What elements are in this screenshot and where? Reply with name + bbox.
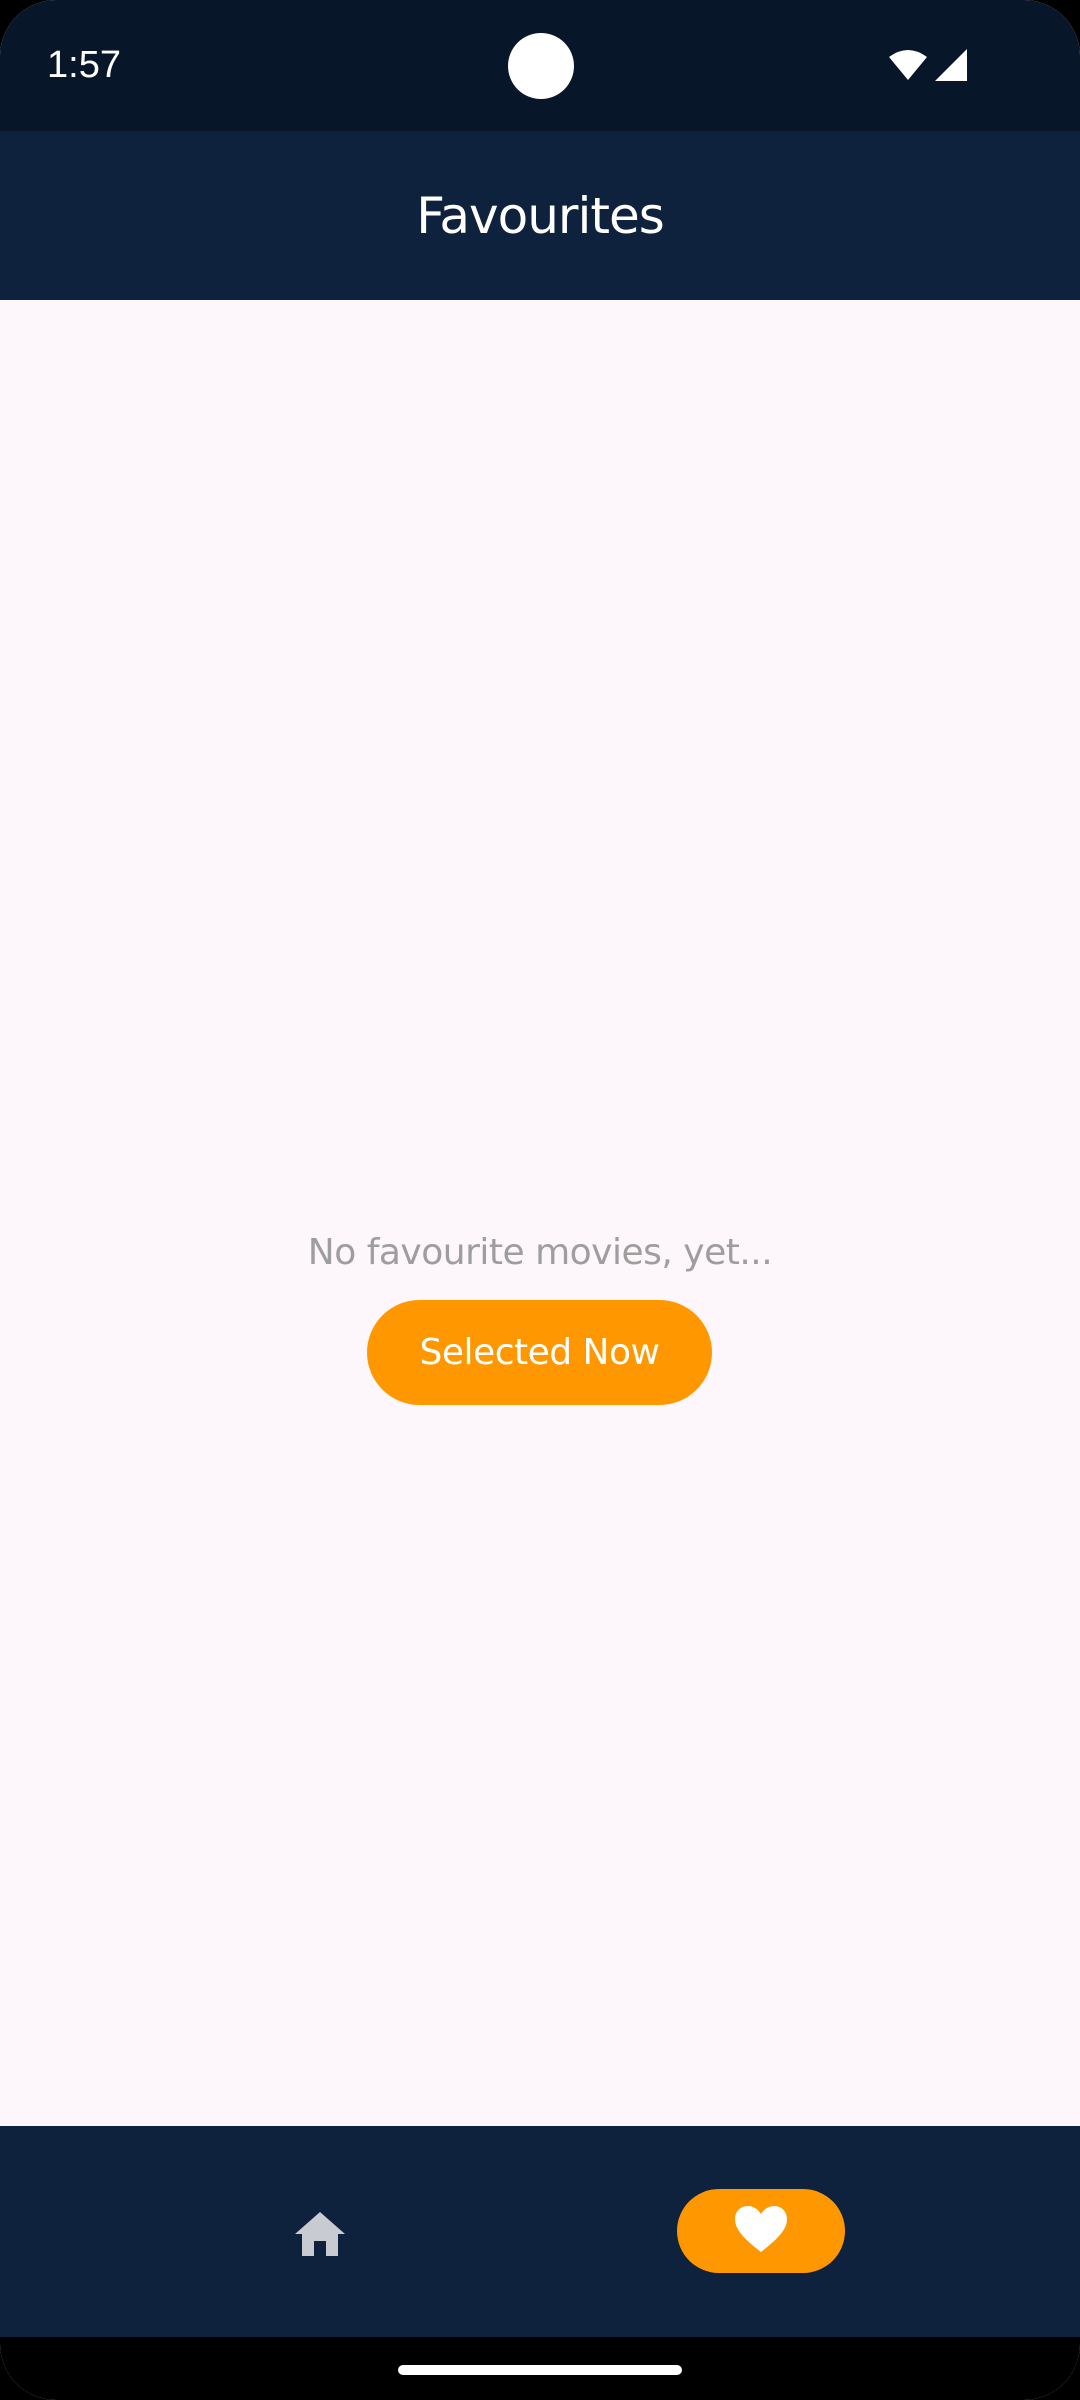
nav-item-favourites[interactable] [677, 2189, 845, 2273]
status-time: 1:57 [47, 44, 121, 86]
favourites-content: No favourite movies, yet... Selected Now [0, 300, 1080, 2126]
cellular-signal-icon [934, 48, 968, 82]
bottom-navigation [0, 2126, 1080, 2337]
nav-item-home[interactable] [270, 2186, 370, 2286]
empty-state-message: No favourite movies, yet... [307, 1232, 773, 1273]
gesture-handle[interactable] [398, 2365, 682, 2375]
home-icon [293, 2210, 347, 2262]
select-now-button[interactable]: Selected Now [367, 1300, 712, 1405]
camera-cutout [508, 33, 574, 99]
status-bar: 1:57 [0, 0, 1080, 131]
status-icons [888, 46, 968, 84]
heart-icon [733, 2204, 789, 2258]
app-bar: Favourites [0, 131, 1080, 300]
wifi-icon [888, 49, 928, 81]
phone-screen: 1:57 Favourites No favourite movies, yet… [0, 0, 1080, 2400]
page-title: Favourites [416, 186, 665, 245]
gesture-navigation-area [0, 2337, 1080, 2400]
